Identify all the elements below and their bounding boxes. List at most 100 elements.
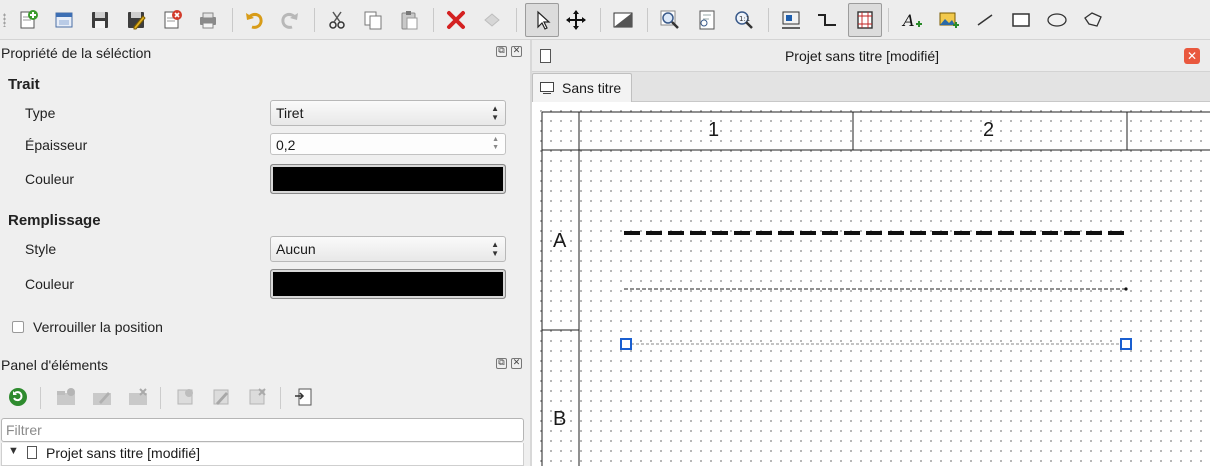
thickness-value: 0,2 (276, 137, 296, 153)
paste-icon[interactable] (395, 6, 423, 34)
float-panel-icon[interactable]: ⧉ (496, 358, 507, 369)
main-toolbar: 1:1 A (0, 0, 1210, 40)
elements-panel-title: Panel d'éléments (1, 357, 108, 373)
zoom-reset-icon[interactable]: 1:1 (730, 6, 758, 34)
svg-text:A: A (901, 11, 915, 30)
diagram-canvas[interactable]: 1 2 A B (532, 102, 1210, 466)
selection-handle-right (1120, 338, 1132, 350)
spin-arrows-icon[interactable]: ▲ ▼ (492, 136, 499, 152)
lock-position-checkbox[interactable] (12, 321, 24, 333)
add-text-icon[interactable]: A (898, 6, 926, 34)
elements-panel-controls: ⧉ ✕ (496, 358, 522, 369)
fill-style-value: Aucun (276, 241, 316, 257)
toolbar-separator (160, 387, 161, 409)
tree-item-project[interactable]: Projet sans titre [modifié] (46, 445, 200, 461)
undo-icon[interactable] (240, 6, 268, 34)
tab-label: Sans titre (562, 80, 622, 96)
close-panel-icon[interactable]: ✕ (511, 358, 522, 369)
add-line-icon[interactable] (971, 6, 999, 34)
add-ellipse-icon[interactable] (1043, 6, 1071, 34)
lock-position-label[interactable]: Verrouiller la position (33, 319, 163, 335)
zoom-fit-icon[interactable] (656, 6, 684, 34)
fill-color-label: Couleur (25, 276, 75, 292)
rotate-icon[interactable] (478, 6, 506, 34)
toolbar-grip[interactable] (3, 13, 6, 27)
close-panel-icon[interactable]: ✕ (511, 46, 522, 57)
folio-drawing (541, 111, 1210, 466)
open-project-icon[interactable] (50, 6, 78, 34)
document-title: Projet sans titre [modifié] (784, 48, 940, 64)
toolbar-separator (768, 8, 769, 32)
toolbar-separator (888, 8, 889, 32)
edit-element-icon (209, 385, 233, 409)
stroke-color-button[interactable] (270, 164, 506, 194)
new-project-icon[interactable] (14, 6, 42, 34)
toolbar-separator (600, 8, 601, 32)
redo-icon[interactable] (276, 6, 304, 34)
fill-color-button[interactable] (270, 269, 506, 299)
import-element-icon[interactable] (292, 385, 316, 409)
fill-style-select[interactable]: Aucun ▲ ▼ (270, 236, 506, 262)
select-tool-icon[interactable] (525, 3, 559, 37)
stroke-section-heading: Trait (8, 76, 40, 93)
toolbar-separator (647, 8, 648, 32)
style-label: Style (25, 241, 57, 257)
filter-input[interactable]: Filtrer (1, 418, 524, 442)
conductor-icon[interactable] (813, 6, 841, 34)
stroke-type-select[interactable]: Tiret ▲ ▼ (270, 100, 506, 126)
row-label-b: B (553, 408, 567, 430)
combo-arrows-icon: ▲ ▼ (491, 104, 499, 122)
edit-category-icon (90, 385, 114, 409)
expand-arrow-icon[interactable]: ▼ (8, 445, 19, 457)
background-icon[interactable] (609, 6, 637, 34)
delete-element-icon (245, 385, 269, 409)
line-end-dot (1124, 287, 1128, 291)
copy-icon[interactable] (359, 6, 387, 34)
toolbar-separator (433, 8, 434, 32)
new-element-icon (173, 385, 197, 409)
save-icon[interactable] (86, 6, 114, 34)
toolbar-separator (232, 8, 233, 32)
left-dock: Propriété de la séléction ⧉ ✕ Trait Type… (0, 40, 530, 466)
delete-icon[interactable] (442, 6, 470, 34)
column-label-1: 1 (708, 119, 720, 141)
add-polygon-icon[interactable] (1079, 6, 1107, 34)
elements-tree[interactable]: ▼ Projet sans titre [modifié] (1, 443, 524, 466)
folio-icon (540, 82, 554, 94)
conductor-auto-icon[interactable] (777, 6, 805, 34)
thickness-spinbox[interactable]: 0,2 ▲ ▼ (270, 133, 506, 155)
svg-text:1:1: 1:1 (739, 15, 750, 23)
combo-arrows-icon: ▲ ▼ (491, 240, 499, 258)
document-window-titlebar: Projet sans titre [modifié] ✕ (532, 40, 1210, 72)
stroke-type-value: Tiret (276, 105, 304, 121)
close-document-icon[interactable]: ✕ (1184, 48, 1200, 64)
document-area: Projet sans titre [modifié] ✕ Sans titre (532, 40, 1210, 466)
add-rectangle-icon[interactable] (1007, 6, 1035, 34)
stroke-color-label: Couleur (25, 171, 75, 187)
page-fit-icon[interactable] (693, 6, 721, 34)
float-panel-icon[interactable]: ⧉ (496, 46, 507, 57)
move-tool-icon[interactable] (562, 6, 590, 34)
new-category-icon (54, 385, 78, 409)
print-icon[interactable] (194, 6, 222, 34)
reload-icon[interactable] (6, 385, 30, 409)
row-label-a: A (553, 230, 567, 252)
type-label: Type (25, 105, 56, 121)
add-image-icon[interactable] (935, 6, 963, 34)
thickness-label: Épaisseur (25, 137, 88, 153)
column-label-2: 2 (983, 119, 995, 141)
grid-toggle-icon[interactable] (848, 3, 882, 37)
properties-panel-title: Propriété de la séléction (1, 45, 152, 61)
tab-sans-titre[interactable]: Sans titre (532, 73, 632, 103)
selection-handle-left (620, 338, 632, 350)
fill-section-heading: Remplissage (8, 212, 101, 229)
save-as-icon[interactable] (122, 6, 150, 34)
properties-panel-controls: ⧉ ✕ (496, 46, 522, 57)
delete-category-icon (126, 385, 150, 409)
toolbar-separator (314, 8, 315, 32)
toolbar-separator (280, 387, 281, 409)
cut-icon[interactable] (323, 6, 351, 34)
toolbar-separator (40, 387, 41, 409)
tab-bar: Sans titre (532, 72, 1210, 103)
close-project-icon[interactable] (158, 6, 186, 34)
